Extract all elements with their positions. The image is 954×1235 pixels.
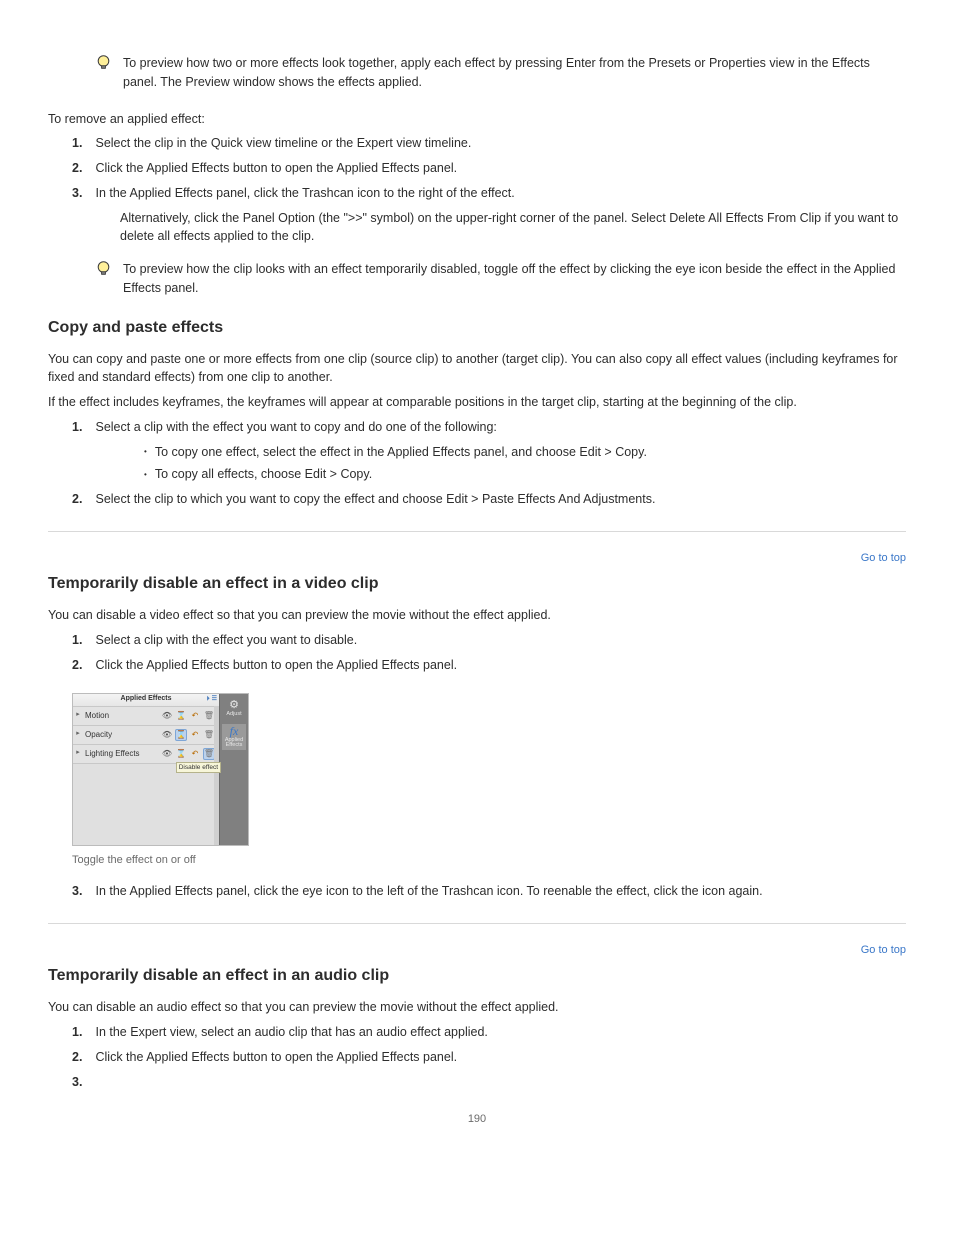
effect-row-opacity[interactable]: ▸ Opacity 👁 ⌛ ↶ 🗑 [73, 726, 219, 745]
tip-text-2: To preview how the clip looks with an ef… [123, 262, 895, 295]
copy-bullet-1: To copy one effect, select the effect in… [144, 443, 906, 462]
copy-step2-text: Select the clip to which you want to cop… [95, 492, 655, 506]
reset-icon[interactable]: ↶ [189, 710, 201, 722]
tooltip: Disable effect [176, 762, 221, 773]
disable-step1-text: Select a clip with the effect you want t… [95, 633, 357, 647]
copy-bullet-2: To copy all effects, choose Edit > Copy. [144, 465, 906, 484]
heading-disable-video: Temporarily disable an effect in a video… [48, 575, 378, 592]
disable-step3-num: 3. [72, 882, 84, 901]
figure-caption: Toggle the effect on or off [72, 852, 906, 869]
copy-paragraph-2: If the effect includes keyframes, the ke… [48, 395, 797, 409]
audio-step3-num: 3. [72, 1073, 84, 1092]
step2-num: 2. [72, 159, 84, 178]
remove-intro: To remove an applied effect: [48, 112, 205, 126]
sliders-icon: ⚙ [229, 700, 239, 711]
side-tab-adjust[interactable]: ⚙ Adjust [222, 696, 246, 722]
chevron-right-icon[interactable]: ▸ [73, 748, 83, 759]
applied-effects-panel: Applied Effects ⏵ ☰ ▸ Motion 👁 ⌛ ↶ 🗑 [72, 693, 249, 846]
effect-name: Motion [83, 710, 161, 722]
divider [48, 923, 906, 924]
alt-delete-text: Alternatively, click the Panel Option (t… [120, 211, 898, 244]
scrollbar[interactable] [214, 706, 219, 845]
disable-step3-text: In the Applied Effects panel, click the … [95, 884, 762, 898]
heading-disable-audio: Temporarily disable an effect in an audi… [48, 967, 389, 984]
eye-icon[interactable]: 👁 [161, 710, 173, 722]
disable-step2-text: Click the Applied Effects button to open… [95, 658, 457, 672]
goto-top-link[interactable]: Go to top [861, 944, 906, 956]
goto-top-link[interactable]: Go to top [861, 552, 906, 564]
copy-step-bullet: Select a clip with the effect you want t… [95, 420, 496, 434]
audio-step2-text: Click the Applied Effects button to open… [95, 1050, 457, 1064]
chevron-right-icon[interactable]: ▸ [73, 710, 83, 721]
anim-icon[interactable]: ⌛ [175, 748, 187, 760]
audio-step1-num: 1. [72, 1023, 84, 1042]
copy-step-num: 1. [72, 418, 84, 437]
panel-menu-icon[interactable]: ☰ [212, 695, 217, 704]
chevron-right-icon[interactable]: ▸ [73, 729, 83, 740]
panel-pin-icon[interactable]: ⏵ [207, 695, 210, 704]
copy-paragraph-1: You can copy and paste one or more effec… [48, 352, 898, 385]
audio-step2-num: 2. [72, 1048, 84, 1067]
audio-paragraph: You can disable an audio effect so that … [48, 1000, 559, 1014]
page-number: 190 [0, 1111, 954, 1128]
audio-step1-text: In the Expert view, select an audio clip… [95, 1025, 487, 1039]
reset-icon[interactable]: ↶ [189, 748, 201, 760]
divider [48, 531, 906, 532]
effect-name: Lighting Effects [83, 748, 161, 760]
panel-title: Applied Effects ⏵ ☰ [73, 694, 219, 707]
step1-text: Select the clip in the Quick view timeli… [95, 136, 471, 150]
disable-paragraph: You can disable a video effect so that y… [48, 608, 551, 622]
step2-text: Click the Applied Effects button to open… [95, 161, 457, 175]
step1-num: 1. [72, 134, 84, 153]
lightbulb-icon [96, 260, 111, 280]
disable-step2-num: 2. [72, 656, 84, 675]
side-tab-applied-effects[interactable]: fx Applied Effects [222, 724, 246, 750]
eye-icon[interactable]: 👁 [161, 748, 173, 760]
lightbulb-icon [96, 54, 111, 74]
disable-step1-num: 1. [72, 631, 84, 650]
copy-step2-num: 2. [72, 490, 84, 509]
step3-num: 3. [72, 184, 84, 203]
effect-row-motion[interactable]: ▸ Motion 👁 ⌛ ↶ 🗑 [73, 707, 219, 726]
heading-copy-paste: Copy and paste effects [48, 319, 223, 336]
reset-icon[interactable]: ↶ [189, 729, 201, 741]
fx-icon: fx [230, 725, 239, 737]
eye-icon[interactable]: 👁 [161, 729, 173, 741]
effect-name: Opacity [83, 729, 161, 741]
tip-text-1: To preview how two or more effects look … [123, 56, 870, 89]
anim-icon[interactable]: ⌛ [175, 710, 187, 722]
step3-text: In the Applied Effects panel, click the … [95, 186, 514, 200]
anim-icon[interactable]: ⌛ [175, 729, 187, 741]
